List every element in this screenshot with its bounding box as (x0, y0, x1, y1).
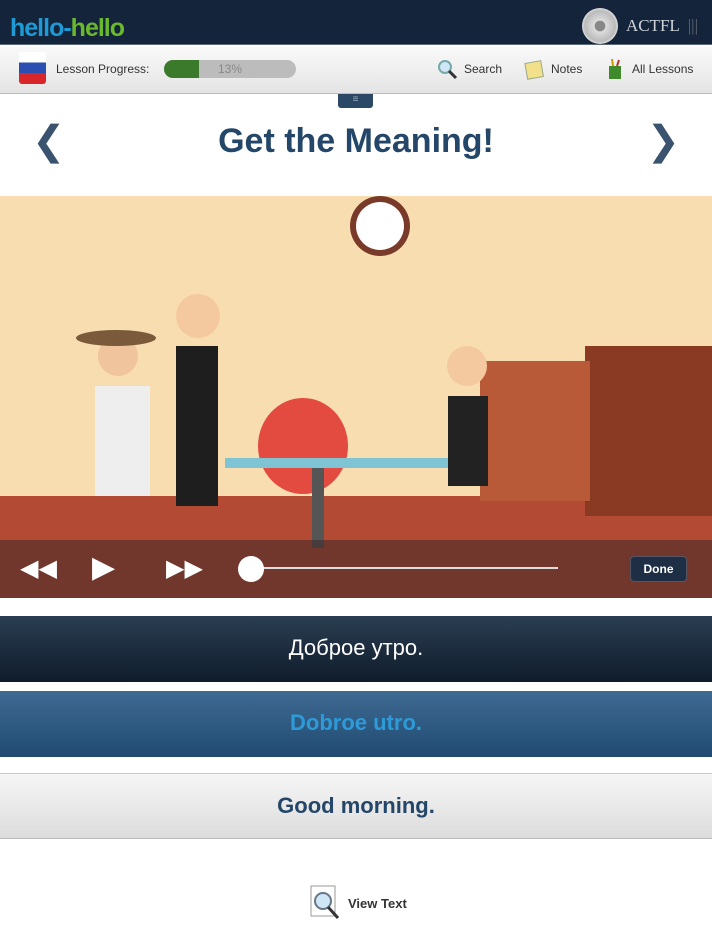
lesson-progress-bar: 13% (164, 60, 296, 78)
menu-handle[interactable]: ≡ (338, 94, 373, 108)
done-button[interactable]: Done (630, 556, 687, 582)
progress-label: Lesson Progress: (56, 62, 150, 76)
toolbar: Lesson Progress: 13% Search Notes All Le… (0, 46, 712, 94)
app-header: hello-hello ACTFL ||| (0, 0, 712, 45)
rewind-button[interactable]: ◀◀ (20, 554, 57, 583)
answer-transliteration[interactable]: Dobroe utro. (0, 691, 712, 757)
answer-english[interactable]: Good morning. (0, 773, 712, 839)
fast-forward-button[interactable]: ▶▶ (166, 554, 203, 583)
russian-flag-icon[interactable] (19, 52, 46, 84)
next-button[interactable]: ❯ (646, 118, 680, 164)
scrubber-track[interactable] (250, 567, 558, 569)
view-text-button[interactable]: View Text (308, 884, 407, 922)
all-lessons-button[interactable]: All Lessons (604, 58, 693, 80)
scrubber-handle[interactable] (238, 556, 264, 582)
cartoon-scene (0, 196, 712, 598)
progress-text: 13% (217, 62, 243, 76)
answer-russian[interactable]: Доброе утро. (0, 616, 712, 682)
search-button[interactable]: Search (436, 58, 502, 80)
play-button[interactable]: ▶ (92, 550, 115, 585)
hello-hello-logo: hello-hello (10, 14, 125, 42)
video-controls: ◀◀ ▶ ▶▶ Done (0, 540, 712, 598)
view-text-icon (310, 885, 340, 920)
video-player[interactable]: ◀◀ ▶ ▶▶ Done (0, 196, 712, 598)
actfl-logo: ACTFL ||| (581, 8, 698, 44)
search-icon (438, 60, 458, 80)
pencil-cup-icon (609, 58, 621, 79)
notes-button[interactable]: Notes (523, 58, 582, 80)
page-title: Get the Meaning! (218, 122, 494, 160)
actfl-seal-icon (581, 8, 618, 44)
notepad-icon (524, 60, 545, 80)
